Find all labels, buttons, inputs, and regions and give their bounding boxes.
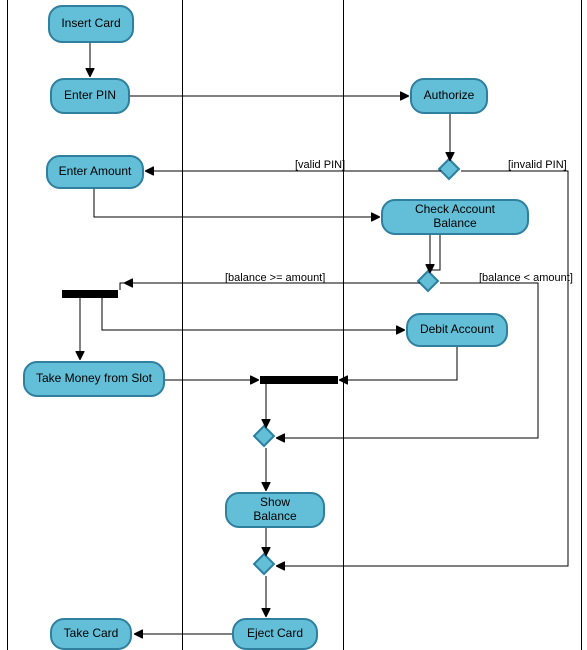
fork-bar	[62, 290, 118, 298]
activity-insert-card: Insert Card	[48, 5, 134, 43]
activity-take-card: Take Card	[50, 618, 132, 650]
guard-invalid-pin: [invalid PIN]	[508, 159, 567, 171]
activity-authorize: Authorize	[410, 78, 488, 114]
join-bar	[260, 376, 338, 384]
guard-balance-ge: [balance >= amount]	[225, 272, 325, 284]
swimlane-border	[182, 0, 183, 650]
swimlane-border	[343, 0, 344, 650]
merge-node-1	[253, 425, 276, 448]
activity-eject-card: Eject Card	[232, 618, 318, 650]
activity-take-money-from-slot: Take Money from Slot	[23, 361, 165, 397]
swimlane-border	[7, 0, 8, 650]
guard-valid-pin: [valid PIN]	[295, 159, 345, 171]
decision-balance	[417, 270, 440, 293]
swimlane-border	[581, 0, 582, 650]
activity-check-account-balance: Check Account Balance	[381, 199, 529, 235]
guard-balance-lt: [balance < amount]	[479, 272, 573, 284]
decision-pin	[438, 158, 461, 181]
merge-node-2	[253, 553, 276, 576]
activity-enter-amount: Enter Amount	[46, 155, 144, 189]
activity-debit-account: Debit Account	[406, 313, 508, 347]
activity-diagram: Insert Card Enter PIN Authorize Enter Am…	[0, 0, 587, 650]
activity-show-balance: Show Balance	[225, 492, 325, 528]
activity-enter-pin: Enter PIN	[50, 78, 130, 114]
